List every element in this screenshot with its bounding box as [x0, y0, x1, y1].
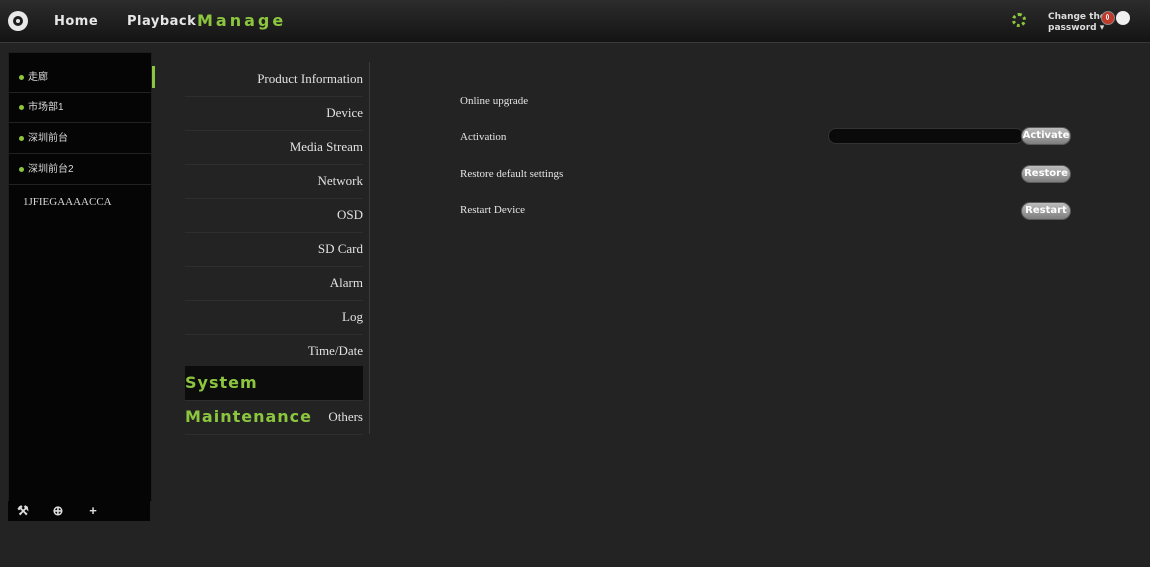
menu-alarm[interactable]: Alarm	[185, 266, 363, 301]
menu-network[interactable]: Network	[185, 164, 363, 199]
device-label: 走廊	[28, 72, 48, 83]
device-list: 走廊 市场部1 深圳前台 深圳前台2 1JFIEGAAAACCA	[8, 52, 155, 502]
nav-playback[interactable]: Playback	[127, 14, 196, 29]
menu-device[interactable]: Device	[185, 96, 363, 131]
device-label: 1JFIEGAAAACCA	[23, 196, 112, 208]
activate-button[interactable]: Activate	[1021, 127, 1071, 145]
online-upgrade-label: Online upgrade	[460, 95, 529, 107]
online-status-icon	[19, 166, 24, 172]
device-label: 深圳前台2	[28, 164, 74, 175]
device-toolbar: ⚒ ⊕ +	[8, 501, 150, 521]
device-item[interactable]: 深圳前台	[9, 124, 151, 154]
online-status-icon	[19, 104, 24, 110]
restore-button[interactable]: Restore	[1021, 165, 1071, 183]
activation-label: Activation	[460, 131, 507, 143]
activation-code-input[interactable]	[828, 128, 1024, 144]
device-label: 市场部1	[28, 102, 64, 113]
wrench-icon[interactable]: ⚒	[16, 504, 30, 518]
device-label: 深圳前台	[28, 133, 68, 144]
user-icon[interactable]	[1116, 11, 1130, 25]
online-status-icon	[19, 135, 24, 141]
nav-manage[interactable]: Manage	[197, 11, 286, 30]
change-password-label-line2: password ▾	[1048, 23, 1105, 33]
power-icon[interactable]	[1101, 11, 1115, 25]
menu-osd[interactable]: OSD	[185, 198, 363, 233]
add-icon[interactable]: +	[86, 504, 100, 518]
menu-product-information[interactable]: Product Information	[185, 62, 363, 97]
menu-system-maintenance[interactable]: System Maintenance	[185, 366, 363, 426]
loading-icon	[1012, 13, 1026, 27]
top-bar: Home Playback Manage Change the password…	[0, 0, 1150, 43]
menu-log[interactable]: Log	[185, 300, 363, 335]
online-status-icon	[19, 74, 24, 80]
nav-home[interactable]: Home	[54, 14, 98, 29]
zoom-icon[interactable]: ⊕	[51, 504, 65, 518]
device-item[interactable]: 市场部1	[9, 93, 151, 123]
menu-sd-card[interactable]: SD Card	[185, 232, 363, 267]
restore-default-label: Restore default settings	[460, 168, 564, 180]
device-item[interactable]: 1JFIEGAAAACCA	[9, 195, 151, 209]
device-item[interactable]: 深圳前台2	[9, 155, 151, 185]
menu-media-stream[interactable]: Media Stream	[185, 130, 363, 165]
menu-others[interactable]: Others	[185, 400, 363, 435]
change-password-menu[interactable]: Change the password ▾	[1048, 12, 1106, 34]
device-item[interactable]: 走廊	[9, 63, 155, 93]
restart-button[interactable]: Restart	[1021, 202, 1071, 220]
change-password-label-line1: Change the	[1048, 12, 1106, 22]
restart-device-label: Restart Device	[460, 204, 526, 216]
app-logo-icon	[8, 11, 28, 31]
settings-menu: Product Information Device Media Stream …	[185, 62, 370, 435]
menu-time-date[interactable]: Time/Date	[185, 334, 363, 369]
